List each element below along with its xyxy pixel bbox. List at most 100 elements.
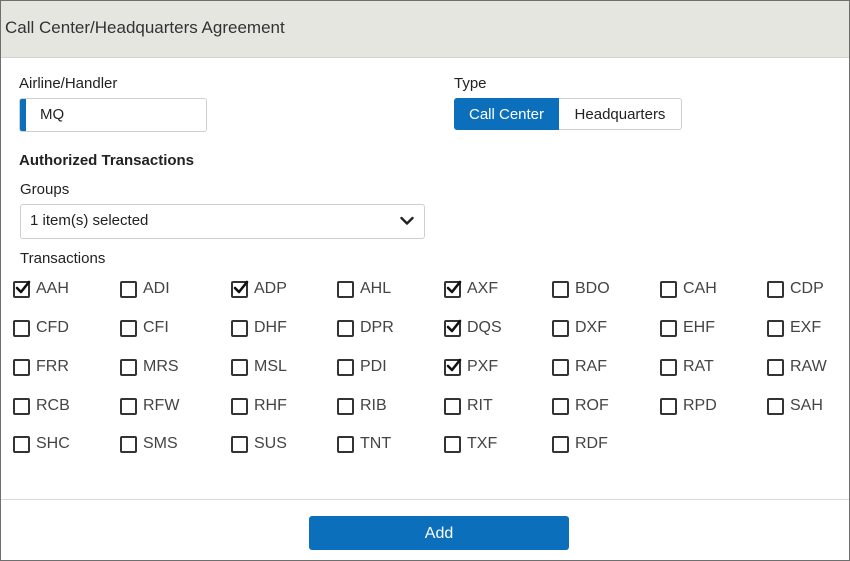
transaction-checkbox-txf[interactable]: TXF xyxy=(444,434,497,454)
checkbox[interactable] xyxy=(231,435,248,453)
transaction-checkbox-sah[interactable]: SAH xyxy=(767,396,823,416)
checkbox[interactable] xyxy=(337,319,354,337)
checkbox[interactable] xyxy=(444,319,462,337)
type-label: Type xyxy=(454,75,487,92)
checkbox[interactable] xyxy=(337,358,354,376)
transaction-code: BDO xyxy=(575,280,610,297)
transaction-checkbox-rfw[interactable]: RFW xyxy=(120,396,179,416)
checkmark-icon xyxy=(446,280,462,293)
transaction-checkbox-dqs[interactable]: DQS xyxy=(444,318,502,338)
transaction-checkbox-exf[interactable]: EXF xyxy=(767,318,821,338)
transaction-code: ADP xyxy=(254,280,287,297)
transaction-checkbox-shc[interactable]: SHC xyxy=(13,434,70,454)
checkbox[interactable] xyxy=(444,435,461,453)
checkbox[interactable] xyxy=(767,319,784,337)
transaction-checkbox-ehf[interactable]: EHF xyxy=(660,318,715,338)
transaction-checkbox-cfi[interactable]: CFI xyxy=(120,318,169,338)
input-accent-bar xyxy=(20,99,26,131)
checkbox[interactable] xyxy=(13,319,30,337)
transaction-checkbox-rdf[interactable]: RDF xyxy=(552,434,608,454)
airline-value: MQ xyxy=(40,106,65,123)
transaction-checkbox-mrs[interactable]: MRS xyxy=(120,357,179,377)
transaction-code: CDP xyxy=(790,280,824,297)
checkbox[interactable] xyxy=(552,435,569,453)
transaction-code: DQS xyxy=(467,319,502,336)
transaction-checkbox-rpd[interactable]: RPD xyxy=(660,396,717,416)
transaction-code: MSL xyxy=(254,358,287,375)
type-call-center-button[interactable]: Call Center xyxy=(454,98,559,130)
checkbox[interactable] xyxy=(552,280,569,298)
transaction-checkbox-raw[interactable]: RAW xyxy=(767,357,827,377)
transaction-checkbox-frr[interactable]: FRR xyxy=(13,357,69,377)
checkbox[interactable] xyxy=(444,280,462,298)
checkbox[interactable] xyxy=(552,397,569,415)
checkbox[interactable] xyxy=(120,435,137,453)
transaction-checkbox-pxf[interactable]: PXF xyxy=(444,357,498,377)
checkbox[interactable] xyxy=(767,280,784,298)
checkbox[interactable] xyxy=(660,397,677,415)
checkbox[interactable] xyxy=(660,358,677,376)
checkbox[interactable] xyxy=(337,280,354,298)
checkbox[interactable] xyxy=(767,397,784,415)
transaction-checkbox-sms[interactable]: SMS xyxy=(120,434,178,454)
transaction-checkbox-raf[interactable]: RAF xyxy=(552,357,607,377)
transaction-checkbox-pdi[interactable]: PDI xyxy=(337,357,387,377)
checkbox[interactable] xyxy=(231,358,248,376)
transaction-checkbox-dxf[interactable]: DXF xyxy=(552,318,607,338)
checkbox[interactable] xyxy=(444,397,461,415)
checkbox[interactable] xyxy=(13,397,30,415)
checkbox[interactable] xyxy=(13,280,31,298)
transaction-checkbox-adp[interactable]: ADP xyxy=(231,279,287,299)
checkbox[interactable] xyxy=(120,280,137,298)
checkmark-icon xyxy=(233,280,249,293)
checkbox[interactable] xyxy=(660,319,677,337)
checkbox[interactable] xyxy=(231,397,248,415)
transaction-checkbox-adi[interactable]: ADI xyxy=(120,279,170,299)
transaction-checkbox-rof[interactable]: ROF xyxy=(552,396,609,416)
transaction-checkbox-bdo[interactable]: BDO xyxy=(552,279,610,299)
transaction-checkbox-sus[interactable]: SUS xyxy=(231,434,287,454)
transaction-checkbox-rat[interactable]: RAT xyxy=(660,357,714,377)
checkbox[interactable] xyxy=(337,435,354,453)
transaction-code: ROF xyxy=(575,397,609,414)
checkbox[interactable] xyxy=(120,319,137,337)
checkbox[interactable] xyxy=(231,280,249,298)
checkbox[interactable] xyxy=(13,435,30,453)
checkbox[interactable] xyxy=(552,358,569,376)
checkbox[interactable] xyxy=(552,319,569,337)
transaction-checkbox-tnt[interactable]: TNT xyxy=(337,434,391,454)
transaction-checkbox-axf[interactable]: AXF xyxy=(444,279,498,299)
transaction-code: DPR xyxy=(360,319,394,336)
transactions-label: Transactions xyxy=(20,250,106,267)
transaction-code: CFI xyxy=(143,319,169,336)
transaction-code: AXF xyxy=(467,280,499,297)
checkbox[interactable] xyxy=(337,397,354,415)
checkbox[interactable] xyxy=(444,358,462,376)
add-button[interactable]: Add xyxy=(309,516,569,550)
checkbox[interactable] xyxy=(767,358,784,376)
transaction-checkbox-rit[interactable]: RIT xyxy=(444,396,493,416)
type-headquarters-button[interactable]: Headquarters xyxy=(559,98,682,130)
transaction-code: EHF xyxy=(683,319,715,336)
authorized-transactions-heading: Authorized Transactions xyxy=(19,152,195,169)
transaction-code: RCB xyxy=(36,397,70,414)
transaction-checkbox-rhf[interactable]: RHF xyxy=(231,396,287,416)
transaction-checkbox-rcb[interactable]: RCB xyxy=(13,396,70,416)
transaction-checkbox-cdp[interactable]: CDP xyxy=(767,279,824,299)
groups-select[interactable]: 1 item(s) selected xyxy=(20,204,425,239)
transaction-checkbox-rib[interactable]: RIB xyxy=(337,396,387,416)
checkbox[interactable] xyxy=(231,319,248,337)
transaction-checkbox-ahl[interactable]: AHL xyxy=(337,279,391,299)
transaction-checkbox-cfd[interactable]: CFD xyxy=(13,318,69,338)
checkbox[interactable] xyxy=(120,358,137,376)
transaction-checkbox-cah[interactable]: CAH xyxy=(660,279,717,299)
transaction-checkbox-dhf[interactable]: DHF xyxy=(231,318,287,338)
transaction-checkbox-aah[interactable]: AAH xyxy=(13,279,69,299)
checkbox[interactable] xyxy=(13,358,30,376)
checkbox[interactable] xyxy=(660,280,677,298)
airline-input[interactable]: MQ xyxy=(19,98,207,132)
checkbox[interactable] xyxy=(120,397,137,415)
transaction-checkbox-dpr[interactable]: DPR xyxy=(337,318,394,338)
transaction-code: FRR xyxy=(36,358,69,375)
transaction-checkbox-msl[interactable]: MSL xyxy=(231,357,287,377)
